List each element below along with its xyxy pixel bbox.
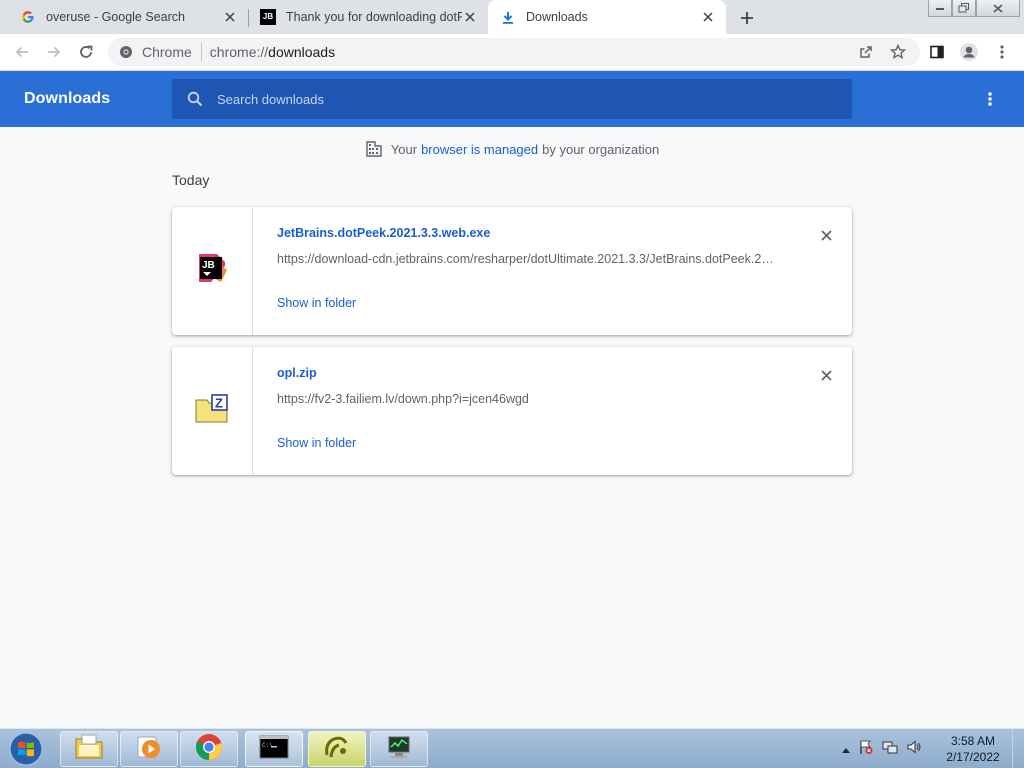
download-item: JB JetBrains.dotPeek.2021.3.3.web.exe ht… [172, 207, 852, 335]
bookmark-star-icon[interactable] [886, 40, 910, 64]
jetbrains-icon: JB [260, 9, 276, 25]
file-source-url[interactable]: https://fv2-3.failiem.lv/down.php?i=jcen… [277, 392, 777, 406]
restore-button[interactable] [952, 0, 976, 17]
application-icon [322, 733, 352, 766]
downloads-header: Downloads [0, 71, 1024, 127]
taskbar-explorer[interactable] [60, 731, 118, 767]
explorer-icon [74, 734, 104, 765]
chrome-menu-icon[interactable] [990, 40, 1014, 64]
show-in-folder-link[interactable]: Show in folder [277, 296, 356, 310]
address-bar[interactable]: Chrome chrome://downloads [108, 38, 920, 66]
tab-google-search[interactable]: overuse - Google Search [0, 0, 248, 34]
system-tray [842, 737, 922, 761]
volume-icon[interactable] [906, 739, 922, 760]
close-window-button[interactable] [976, 0, 1020, 17]
clock-time: 3:58 AM [950, 734, 996, 748]
taskbar-command-prompt[interactable]: C:\ [245, 731, 303, 767]
close-tab-icon[interactable] [700, 9, 716, 25]
more-actions-icon[interactable] [980, 89, 1000, 109]
zip-archive-icon: Z [195, 393, 229, 429]
back-button[interactable] [10, 40, 34, 64]
profile-avatar-icon[interactable] [957, 40, 981, 64]
side-panel-icon[interactable] [925, 40, 949, 64]
date-group-label: Today [172, 172, 210, 188]
media-player-icon [136, 734, 162, 765]
reload-button[interactable] [74, 40, 98, 64]
url-host: downloads [268, 44, 336, 60]
svg-text:Z: Z [215, 395, 223, 410]
managed-notice: Your browser is managed by your organiza… [0, 140, 1024, 158]
download-item: Z opl.zip https://fv2-3.failiem.lv/down.… [172, 347, 852, 475]
omnibox-divider [200, 43, 202, 61]
command-prompt-icon: C:\ [259, 735, 289, 764]
managed-prefix: Your [390, 141, 418, 157]
share-icon[interactable] [854, 40, 878, 64]
managed-link[interactable]: browser is managed [421, 142, 538, 157]
network-icon[interactable] [882, 739, 898, 760]
clock-date: 2/17/2022 [946, 750, 1000, 764]
svg-text:C:\: C:\ [262, 742, 273, 749]
taskbar-network-monitor[interactable] [370, 731, 428, 767]
managed-suffix: by your organization [542, 141, 660, 157]
tab-title: Downloads [526, 10, 588, 24]
remove-download-icon[interactable] [816, 225, 836, 245]
minimize-button[interactable] [928, 0, 952, 17]
tab-downloads[interactable]: Downloads [488, 0, 726, 34]
tab-title: overuse - Google Search [46, 10, 185, 24]
omnibox-chip: Chrome [142, 44, 192, 60]
file-name-link[interactable]: opl.zip [277, 366, 317, 380]
omnibox-url: chrome://downloads [210, 44, 335, 60]
google-icon [20, 9, 36, 25]
chrome-icon [195, 733, 223, 766]
taskbar-chrome[interactable] [180, 731, 238, 767]
new-tab-button[interactable] [736, 7, 758, 29]
taskbar: C:\ 3:58 AM 2/17/2022 [0, 728, 1024, 768]
close-tab-icon[interactable] [222, 9, 238, 25]
action-center-flag-icon[interactable] [858, 739, 874, 760]
taskbar-active-app[interactable] [308, 731, 366, 767]
forward-button[interactable] [42, 40, 66, 64]
file-name-link[interactable]: JetBrains.dotPeek.2021.3.3.web.exe [277, 226, 490, 240]
tab-jetbrains[interactable]: JB Thank you for downloading dotPeek [248, 0, 488, 34]
show-desktop-button[interactable] [1012, 729, 1024, 768]
browser-toolbar: Chrome chrome://downloads [0, 34, 1024, 71]
remove-download-icon[interactable] [816, 365, 836, 385]
start-button[interactable] [7, 731, 45, 767]
close-tab-icon[interactable] [462, 9, 478, 25]
file-icon-column: Z [172, 347, 253, 475]
clock[interactable]: 3:58 AM 2/17/2022 [940, 733, 1006, 765]
file-icon-column: JB [172, 207, 253, 335]
show-in-folder-link[interactable]: Show in folder [277, 436, 356, 450]
url-scheme: chrome:// [209, 44, 269, 60]
chrome-page-icon [118, 44, 134, 60]
tab-title: Thank you for downloading dotPeek [286, 10, 462, 24]
svg-text:JB: JB [202, 260, 215, 271]
search-icon [185, 89, 205, 109]
search-box[interactable] [172, 79, 852, 119]
download-icon [500, 9, 516, 25]
show-hidden-icons-icon[interactable] [842, 740, 850, 758]
jetbrains-installer-icon: JB [195, 252, 229, 291]
taskbar-media-player[interactable] [120, 731, 178, 767]
network-monitor-icon [385, 735, 413, 764]
building-icon [365, 140, 383, 158]
file-source-url[interactable]: https://download-cdn.jetbrains.com/resha… [277, 252, 777, 266]
tab-strip: overuse - Google Search JB Thank you for… [0, 0, 1024, 34]
page-title: Downloads [24, 90, 111, 107]
search-input[interactable] [217, 91, 817, 107]
